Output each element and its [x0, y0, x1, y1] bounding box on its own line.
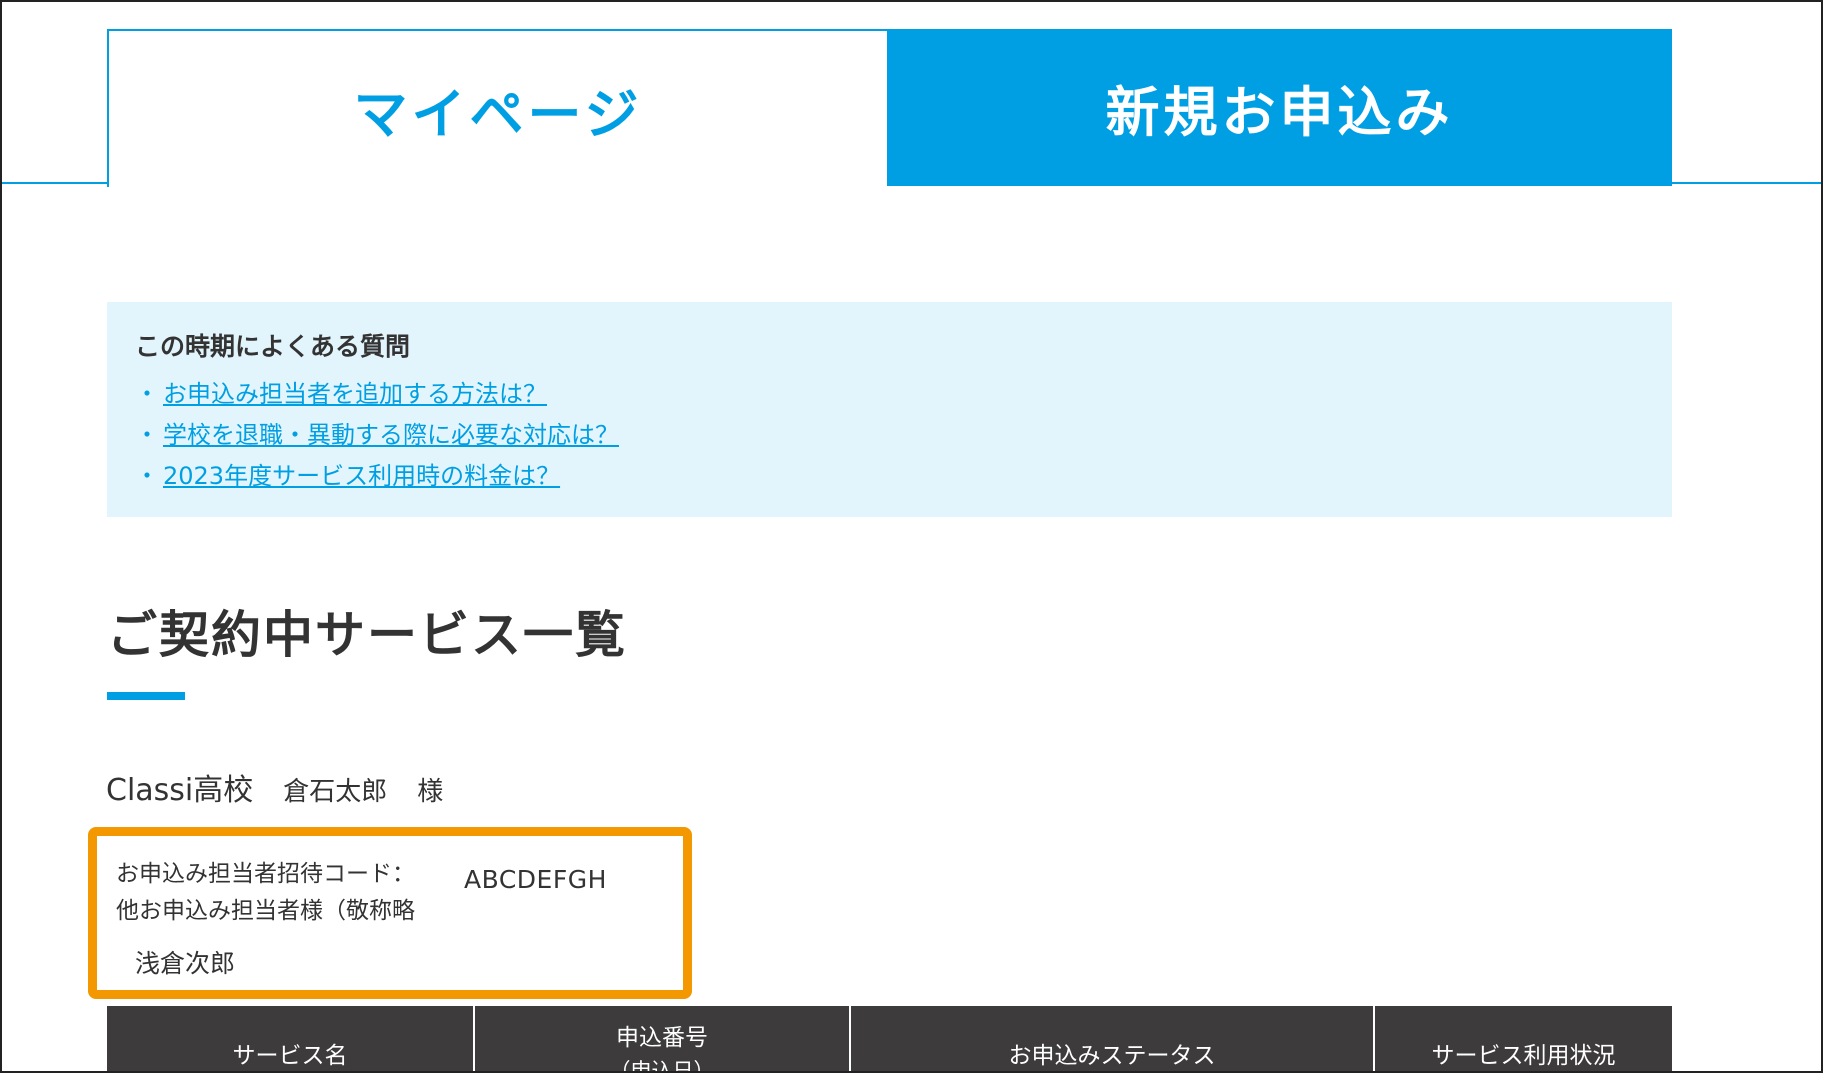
faq-list: ・お申込み担当者を追加する方法は？ ・学校を退職・異動する際に必要な対応は？ ・… — [135, 374, 1644, 497]
tab-mypage[interactable]: マイページ — [107, 29, 887, 187]
faq-bullet: ・ — [135, 421, 159, 449]
column-header-application-number: 申込番号 （申込日） — [475, 1006, 851, 1073]
faq-box: この時期によくある質問 ・お申込み担当者を追加する方法は？ ・学校を退職・異動す… — [107, 302, 1672, 517]
tab-new-application[interactable]: 新規お申込み — [887, 29, 1672, 186]
column-header-label: 申込番号 — [616, 1025, 708, 1051]
section-title: ご契約中サービス一覧 — [107, 606, 627, 664]
faq-link-fee-2023[interactable]: 2023年度サービス利用時の料金は？ — [163, 462, 560, 490]
invite-code-label: お申込み担当者招待コード： — [116, 861, 415, 887]
faq-item: ・ 2023年度サービス利用時の料金は？ — [135, 456, 1644, 497]
faq-item: ・学校を退職・異動する際に必要な対応は？ — [135, 415, 1644, 456]
faq-link-add-applicant[interactable]: お申込み担当者を追加する方法は？ — [163, 380, 547, 408]
services-table-header: サービス名 申込番号 （申込日） お申込みステータス サービス利用状況 — [107, 1006, 1672, 1073]
invite-code-value: ABCDEFGH — [464, 865, 607, 894]
column-header-service-name: サービス名 — [107, 1006, 475, 1071]
section-underline — [107, 692, 185, 700]
faq-link-transfer[interactable]: 学校を退職・異動する際に必要な対応は？ — [163, 421, 619, 449]
customer-name: 倉石太郎 — [283, 777, 388, 807]
column-header-label: サービス名 — [232, 1043, 348, 1069]
customer-honorific: 様 — [417, 777, 444, 807]
faq-bullet: ・ — [135, 380, 159, 408]
customer-line: Classi高校 倉石太郎 様 — [106, 771, 443, 812]
faq-item: ・お申込み担当者を追加する方法は？ — [135, 374, 1644, 415]
column-header-label: お申込みステータス — [1008, 1043, 1216, 1069]
tab-new-application-label: 新規お申込み — [1105, 81, 1454, 144]
invite-highlight-box: お申込み担当者招待コード： ABCDEFGH 他お申込み担当者様（敬称略 浅倉次… — [88, 827, 692, 999]
tab-mypage-label: マイページ — [353, 82, 643, 146]
other-applicant-name: 浅倉次郎 — [135, 949, 236, 978]
customer-school: Classi高校 — [106, 773, 254, 808]
column-header-sublabel: （申込日） — [609, 1059, 715, 1073]
column-header-label: サービス利用状況 — [1431, 1043, 1616, 1069]
column-header-usage-status: サービス利用状況 — [1375, 1006, 1672, 1071]
other-applicants-label: 他お申込み担当者様（敬称略 — [116, 898, 415, 924]
faq-title: この時期によくある質問 — [135, 332, 411, 361]
column-header-application-status: お申込みステータス — [851, 1006, 1375, 1071]
page-frame: マイページ 新規お申込み この時期によくある質問 ・お申込み担当者を追加する方法… — [0, 0, 1823, 1073]
faq-bullet: ・ — [135, 462, 159, 490]
